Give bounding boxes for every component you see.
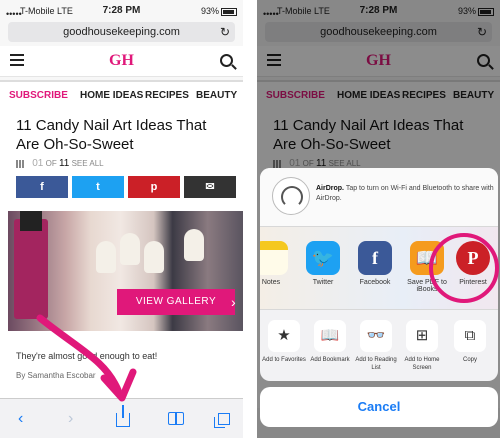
airdrop-row[interactable]: AirDrop. Tap to turn on Wi-Fi and Blueto… bbox=[260, 168, 498, 227]
airdrop-icon[interactable] bbox=[272, 177, 310, 215]
action-add-to-reading-list[interactable]: 👓 Add to Reading List bbox=[352, 320, 400, 372]
share-app-label: Notes bbox=[261, 279, 281, 286]
share-app-twitter[interactable]: 🐦 Twitter bbox=[300, 241, 346, 286]
left-phone-screen: ••••• T-Mobile LTE 7:28 PM 93% goodhouse… bbox=[0, 0, 243, 438]
share-app-facebook[interactable]: f Facebook bbox=[352, 241, 398, 286]
annotation-arrow bbox=[36, 314, 137, 402]
share-app-notes[interactable]: Notes bbox=[260, 241, 294, 286]
glasses-icon: 👓 bbox=[360, 320, 392, 352]
action-label: Add Bookmark bbox=[310, 357, 350, 363]
star-icon: ★ bbox=[268, 320, 300, 352]
action-add-to-home-screen[interactable]: ⊞ Add to Home Screen bbox=[398, 320, 446, 372]
airdrop-title: AirDrop. bbox=[316, 185, 344, 192]
action-add-bookmark[interactable]: 📖 Add Bookmark bbox=[306, 320, 354, 364]
airdrop-message: AirDrop. Tap to turn on Wi-Fi and Blueto… bbox=[316, 184, 494, 204]
cancel-button[interactable]: Cancel bbox=[260, 387, 498, 427]
action-label: Add to Favorites bbox=[262, 357, 306, 363]
notes-icon bbox=[260, 241, 288, 275]
share-app-label: Twitter bbox=[312, 279, 334, 286]
facebook-icon: f bbox=[358, 241, 392, 275]
plus-square-icon: ⊞ bbox=[406, 320, 438, 352]
pinterest-highlight-ring bbox=[429, 233, 499, 303]
share-app-label: Facebook bbox=[359, 279, 391, 286]
twitter-icon: 🐦 bbox=[306, 241, 340, 275]
divider bbox=[243, 0, 257, 438]
book-icon: 📖 bbox=[314, 320, 346, 352]
action-label: Add to Home Screen bbox=[404, 357, 440, 371]
action-copy[interactable]: ⧉ Copy bbox=[446, 320, 494, 364]
share-actions-row: ★ Add to Favorites 📖 Add Bookmark 👓 Add … bbox=[260, 310, 498, 381]
action-label: Copy bbox=[462, 357, 477, 363]
copy-icon: ⧉ bbox=[454, 320, 486, 352]
right-phone-screen: ••••• T-Mobile LTE 7:28 PM 93% goodhouse… bbox=[257, 0, 500, 438]
action-label: Add to Reading List bbox=[355, 357, 397, 371]
action-add-to-favorites[interactable]: ★ Add to Favorites bbox=[260, 320, 308, 364]
